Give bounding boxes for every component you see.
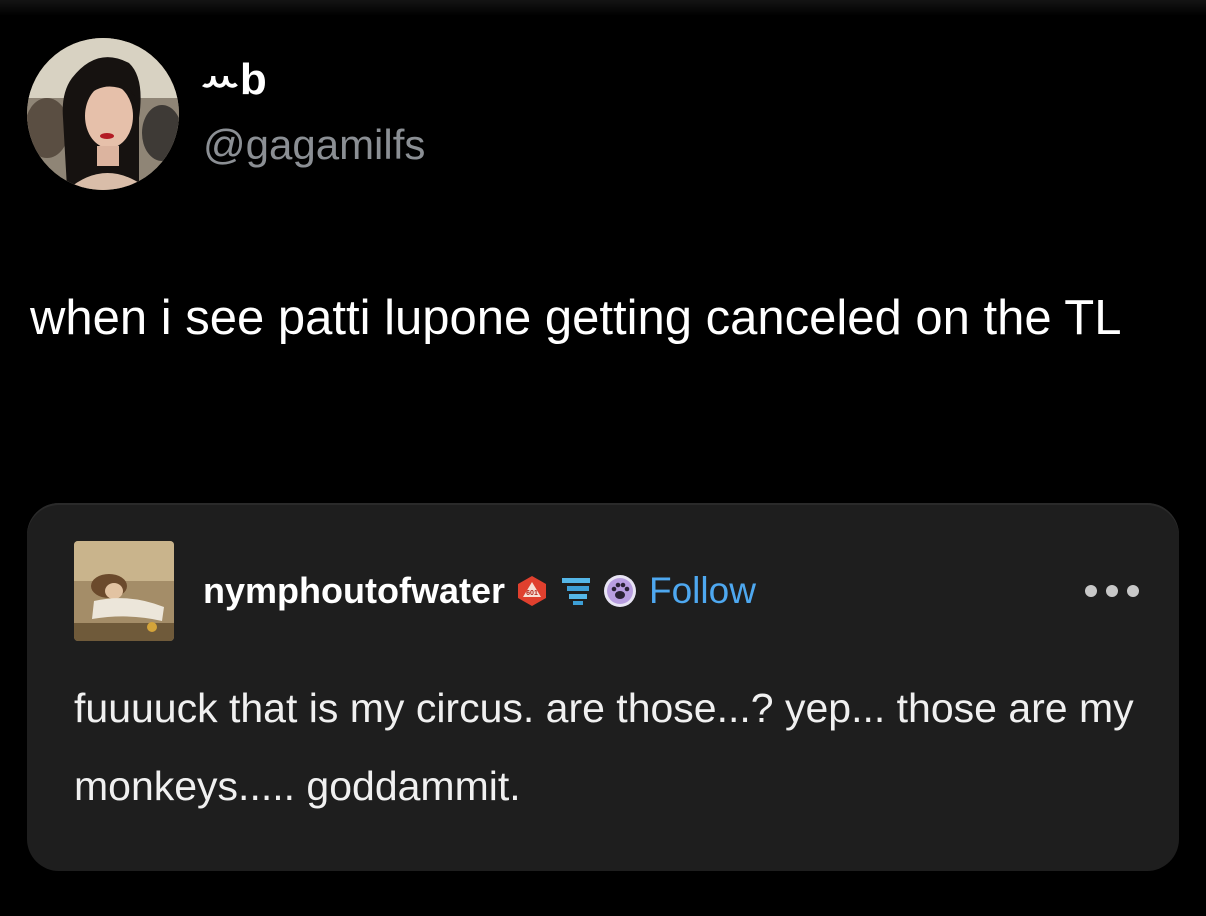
paw-badge-icon	[603, 574, 637, 608]
quoted-post-text: fuuuuck that is my circus. are those...?…	[74, 685, 1134, 809]
display-name[interactable]: ꕀb	[200, 50, 267, 110]
painting-avatar-icon[interactable]	[74, 541, 174, 641]
blue-flag-badge-icon	[559, 574, 593, 608]
profile-photo-icon[interactable]	[27, 38, 179, 190]
quoted-post-card[interactable]: nymphoutofwater 601 Follow fuuuuck that …	[27, 503, 1179, 871]
quoted-username[interactable]: nymphoutofwater	[203, 565, 505, 617]
tweet: ꕀb @gagamilfs when i see patti lupone ge…	[0, 0, 1206, 916]
d20-dice-badge-icon: 601	[515, 574, 549, 608]
tweet-text: when i see patti lupone getting canceled…	[30, 291, 1122, 345]
quoted-post-header: nymphoutofwater 601 Follow	[203, 565, 756, 617]
svg-text:601: 601	[526, 590, 538, 597]
more-options-icon[interactable]	[1083, 583, 1141, 599]
user-handle[interactable]: @gagamilfs	[203, 118, 425, 172]
follow-button[interactable]: Follow	[649, 565, 756, 617]
